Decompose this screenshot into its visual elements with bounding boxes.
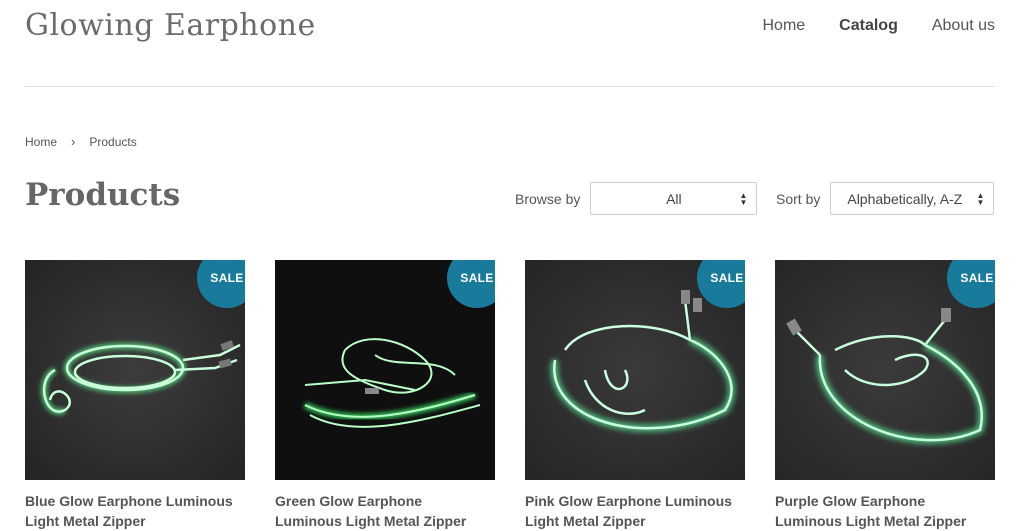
product-title-line: Luminous Light Metal Zipper (775, 513, 967, 529)
sort-label: Sort by (776, 190, 821, 207)
browse-select-value: All (666, 190, 682, 207)
product-image[interactable]: SALE (275, 260, 495, 480)
sort-select-value: Alphabetically, A-Z (847, 190, 963, 207)
breadcrumb-home[interactable]: Home (25, 135, 57, 149)
browse-select[interactable]: All ▲ ▼ (590, 182, 758, 215)
product-title-line: Light Metal Zipper (25, 513, 146, 529)
sort-filter: Sort by Alphabetically, A-Z ▲ ▼ (776, 182, 995, 215)
product-title[interactable]: Pink Glow Earphone Luminous Light Metal … (525, 491, 745, 531)
breadcrumb-current: Products (89, 134, 137, 149)
product-grid: SALE Blue Glow Earphone Luminous Light M… (25, 260, 995, 531)
browse-label: Browse by (515, 190, 581, 207)
product-card[interactable]: SALE Blue Glow Earphone Luminous Light M… (25, 260, 245, 531)
product-title-line: Green Glow Earphone (275, 493, 423, 509)
select-arrows-icon: ▲ ▼ (739, 191, 748, 207)
nav-home[interactable]: Home (762, 17, 805, 35)
sort-select[interactable]: Alphabetically, A-Z ▲ ▼ (830, 182, 995, 215)
product-title-line: Luminous Light Metal Zipper (275, 513, 467, 529)
site-title[interactable]: Glowing Earphone (25, 8, 316, 43)
product-title[interactable]: Purple Glow Earphone Luminous Light Meta… (775, 491, 995, 531)
product-image[interactable]: SALE (775, 260, 995, 480)
product-title-line: Blue Glow Earphone Luminous (25, 493, 233, 509)
product-title-line: Pink Glow Earphone Luminous (525, 493, 732, 509)
product-title-line: Light Metal Zipper (525, 513, 646, 529)
product-image[interactable]: SALE (25, 260, 245, 480)
product-card[interactable]: SALE Pink Glow Earphone Luminous Light M… (525, 260, 745, 531)
nav-catalog[interactable]: Catalog (839, 17, 898, 35)
page-title: Products (25, 177, 181, 213)
main-nav: Home Catalog About us (762, 17, 995, 35)
product-card[interactable]: SALE Green Glow Earphone Luminous Light … (275, 260, 495, 531)
product-title-line: Purple Glow Earphone (775, 493, 926, 509)
browse-filter: Browse by All ▲ ▼ (515, 182, 758, 215)
product-title[interactable]: Blue Glow Earphone Luminous Light Metal … (25, 491, 245, 531)
header-divider (25, 86, 995, 87)
product-title[interactable]: Green Glow Earphone Luminous Light Metal… (275, 491, 495, 531)
breadcrumb-separator-icon: › (71, 134, 76, 149)
product-image[interactable]: SALE (525, 260, 745, 480)
product-card[interactable]: SALE Purple Glow Earphone Luminous Light… (775, 260, 995, 531)
nav-about-us[interactable]: About us (932, 17, 995, 35)
select-arrows-icon: ▲ ▼ (976, 191, 985, 207)
breadcrumb: Home › Products (25, 134, 137, 149)
